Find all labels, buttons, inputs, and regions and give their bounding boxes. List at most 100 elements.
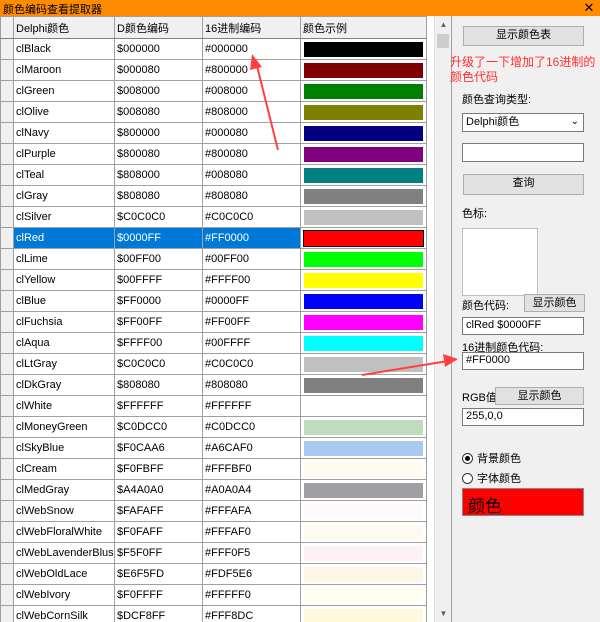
- cell-color-sample[interactable]: [300, 437, 427, 459]
- row-indicator[interactable]: [0, 353, 14, 375]
- rgb-field[interactable]: 255,0,0: [462, 408, 584, 426]
- row-indicator[interactable]: [0, 290, 14, 312]
- cell-d-code[interactable]: $FAFAFF: [114, 500, 203, 522]
- cell-d-code[interactable]: $0000FF: [114, 227, 203, 249]
- cell-hex-code[interactable]: #FFFAFA: [202, 500, 301, 522]
- cell-delphi-color[interactable]: clOlive: [13, 101, 115, 123]
- cell-color-sample[interactable]: [300, 59, 427, 81]
- cell-color-sample[interactable]: [300, 227, 427, 249]
- table-row[interactable]: clWhite $FFFFFF #FFFFFF: [0, 395, 427, 417]
- cell-hex-code[interactable]: #A0A0A4: [202, 479, 301, 501]
- cell-delphi-color[interactable]: clWebSnow: [13, 500, 115, 522]
- cell-color-sample[interactable]: [300, 122, 427, 144]
- row-indicator[interactable]: [0, 479, 14, 501]
- cell-color-sample[interactable]: [300, 38, 427, 60]
- cell-color-sample[interactable]: [300, 269, 427, 291]
- cell-delphi-color[interactable]: clMedGray: [13, 479, 115, 501]
- cell-d-code[interactable]: $800000: [114, 122, 203, 144]
- cell-color-sample[interactable]: [300, 353, 427, 375]
- table-row[interactable]: clSkyBlue $F0CAA6 #A6CAF0: [0, 437, 427, 459]
- cell-hex-code[interactable]: #808080: [202, 374, 301, 396]
- row-indicator[interactable]: [0, 332, 14, 354]
- table-row[interactable]: clWebLavenderBlush $F5F0FF #FFF0F5: [0, 542, 427, 564]
- table-row[interactable]: clGray $808080 #808080: [0, 185, 427, 207]
- cell-color-sample[interactable]: [300, 416, 427, 438]
- table-row[interactable]: clNavy $800000 #000080: [0, 122, 427, 144]
- table-row[interactable]: clWebSnow $FAFAFF #FFFAFA: [0, 500, 427, 522]
- cell-delphi-color[interactable]: clMaroon: [13, 59, 115, 81]
- cell-d-code[interactable]: $800080: [114, 143, 203, 165]
- table-row[interactable]: clSilver $C0C0C0 #C0C0C0: [0, 206, 427, 228]
- cell-delphi-color[interactable]: clWebFloralWhite: [13, 521, 115, 543]
- row-indicator[interactable]: [0, 416, 14, 438]
- cell-hex-code[interactable]: #808000: [202, 101, 301, 123]
- cell-color-sample[interactable]: [300, 458, 427, 480]
- cell-color-sample[interactable]: [300, 521, 427, 543]
- row-indicator[interactable]: [0, 374, 14, 396]
- cell-hex-code[interactable]: #800080: [202, 143, 301, 165]
- cell-d-code[interactable]: $F5F0FF: [114, 542, 203, 564]
- cell-hex-code[interactable]: #0000FF: [202, 290, 301, 312]
- cell-color-sample[interactable]: [300, 542, 427, 564]
- cell-d-code[interactable]: $F0FBFF: [114, 458, 203, 480]
- color-grid[interactable]: Delphi颜色 D颜色编码 16进制编码 颜色示例 clBlack $00000…: [0, 16, 452, 622]
- cell-hex-code[interactable]: #C0DCC0: [202, 416, 301, 438]
- column-header-hex-code[interactable]: 16进制编码: [202, 16, 301, 39]
- cell-d-code[interactable]: $FF0000: [114, 290, 203, 312]
- cell-color-sample[interactable]: [300, 500, 427, 522]
- table-row[interactable]: clCream $F0FBFF #FFFBF0: [0, 458, 427, 480]
- cell-hex-code[interactable]: #008000: [202, 80, 301, 102]
- cell-hex-code[interactable]: #00FFFF: [202, 332, 301, 354]
- cell-d-code[interactable]: $808000: [114, 164, 203, 186]
- cell-color-sample[interactable]: [300, 164, 427, 186]
- cell-d-code[interactable]: $808080: [114, 374, 203, 396]
- table-row[interactable]: clPurple $800080 #800080: [0, 143, 427, 165]
- cell-hex-code[interactable]: #FDF5E6: [202, 563, 301, 585]
- cell-hex-code[interactable]: #FFFAF0: [202, 521, 301, 543]
- table-row[interactable]: clMaroon $000080 #800000: [0, 59, 427, 81]
- close-icon[interactable]: ✕: [578, 0, 600, 16]
- cell-color-sample[interactable]: [300, 101, 427, 123]
- cell-d-code[interactable]: $C0DCC0: [114, 416, 203, 438]
- cell-color-sample[interactable]: [300, 563, 427, 585]
- row-indicator[interactable]: [0, 542, 14, 564]
- row-indicator[interactable]: [0, 59, 14, 81]
- cell-delphi-color[interactable]: clTeal: [13, 164, 115, 186]
- cell-hex-code[interactable]: #FFFFFF: [202, 395, 301, 417]
- row-indicator[interactable]: [0, 143, 14, 165]
- rgb-show-color-button[interactable]: 显示颜色: [495, 387, 584, 405]
- row-indicator[interactable]: [0, 164, 14, 186]
- table-row[interactable]: clBlack $000000 #000000: [0, 38, 427, 60]
- query-button[interactable]: 查询: [463, 174, 584, 195]
- scroll-thumb[interactable]: [437, 34, 449, 48]
- cell-hex-code[interactable]: #000000: [202, 38, 301, 60]
- scroll-down-icon[interactable]: ▼: [435, 605, 451, 622]
- cell-hex-code[interactable]: #C0C0C0: [202, 353, 301, 375]
- row-indicator[interactable]: [0, 437, 14, 459]
- cell-color-sample[interactable]: [300, 395, 427, 417]
- cell-d-code[interactable]: $A4A0A0: [114, 479, 203, 501]
- cell-delphi-color[interactable]: clLime: [13, 248, 115, 270]
- scroll-up-icon[interactable]: ▲: [435, 16, 451, 33]
- table-row[interactable]: clRed $0000FF #FF0000: [0, 227, 427, 249]
- row-indicator[interactable]: [0, 605, 14, 622]
- row-indicator[interactable]: [0, 227, 14, 249]
- cell-color-sample[interactable]: [300, 80, 427, 102]
- row-indicator[interactable]: [0, 500, 14, 522]
- cell-delphi-color[interactable]: clSilver: [13, 206, 115, 228]
- cell-d-code[interactable]: $E6F5FD: [114, 563, 203, 585]
- cell-d-code[interactable]: $C0C0C0: [114, 206, 203, 228]
- row-indicator[interactable]: [0, 395, 14, 417]
- cell-hex-code[interactable]: #800000: [202, 59, 301, 81]
- cell-delphi-color[interactable]: clWebCornSilk: [13, 605, 115, 622]
- table-row[interactable]: clMoneyGreen $C0DCC0 #C0DCC0: [0, 416, 427, 438]
- cell-d-code[interactable]: $00FFFF: [114, 269, 203, 291]
- cell-hex-code[interactable]: #FFFFF0: [202, 584, 301, 606]
- cell-hex-code[interactable]: #008080: [202, 164, 301, 186]
- cell-delphi-color[interactable]: clNavy: [13, 122, 115, 144]
- hex-code-field[interactable]: #FF0000: [462, 352, 584, 370]
- table-row[interactable]: clOlive $008080 #808000: [0, 101, 427, 123]
- table-row[interactable]: clMedGray $A4A0A0 #A0A0A4: [0, 479, 427, 501]
- table-row[interactable]: clWebFloralWhite $F0FAFF #FFFAF0: [0, 521, 427, 543]
- cell-delphi-color[interactable]: clWebOldLace: [13, 563, 115, 585]
